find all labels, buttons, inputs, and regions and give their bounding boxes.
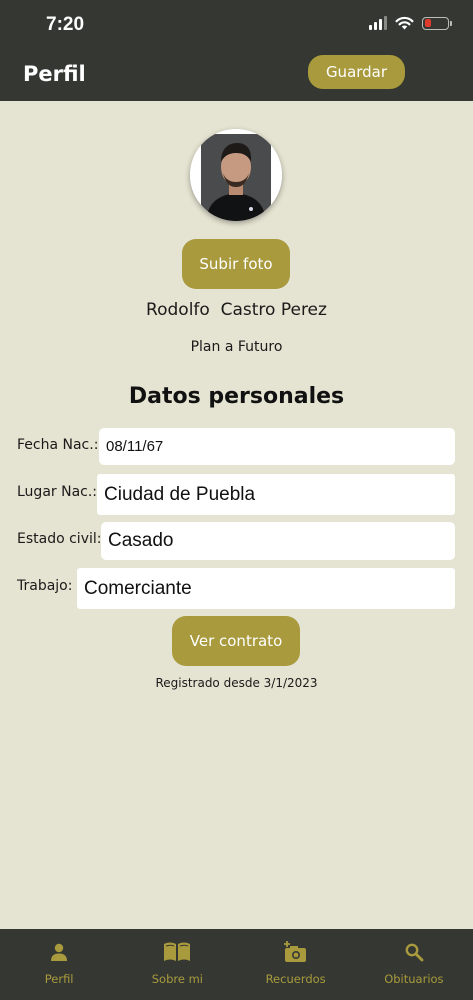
registered-since: Registrado desde 3/1/2023 xyxy=(155,676,318,690)
user-name: Rodolfo Castro Perez xyxy=(146,300,327,320)
status-time: 7:20 xyxy=(46,14,85,35)
birth-date-label: Fecha Nac.: xyxy=(17,437,99,453)
tab-label: Sobre mi xyxy=(151,972,203,986)
tab-bar: Perfil Sobre mi Recuerdos Obituarios xyxy=(0,929,473,1000)
add-photo-icon xyxy=(283,941,306,962)
civil-status-label: Estado civil: xyxy=(17,531,102,547)
birth-place-label: Lugar Nac.: xyxy=(17,484,98,500)
birth-date-field[interactable]: 08/11/67 xyxy=(99,428,455,465)
job-label: Trabajo: xyxy=(17,578,73,594)
signal-icon xyxy=(369,16,387,30)
tab-label: Obituarios xyxy=(384,972,444,986)
battery-icon xyxy=(422,16,452,30)
book-icon xyxy=(164,942,191,961)
status-icons xyxy=(369,16,452,30)
tab-perfil[interactable]: Perfil xyxy=(0,929,118,1000)
section-title: Datos personales xyxy=(128,384,345,409)
tab-recuerdos[interactable]: Recuerdos xyxy=(237,929,355,1000)
tab-label: Recuerdos xyxy=(265,972,326,986)
plan-name: Plan a Futuro xyxy=(190,339,283,355)
profile-photo xyxy=(190,129,282,221)
top-bar: 7:20 Perfil Guardar xyxy=(0,0,473,101)
view-contract-button[interactable]: Ver contrato xyxy=(172,616,300,666)
tab-obituarios[interactable]: Obituarios xyxy=(355,929,473,1000)
avatar[interactable] xyxy=(190,129,282,221)
civil-status-field[interactable]: Casado xyxy=(101,522,455,560)
save-button[interactable]: Guardar xyxy=(308,55,405,89)
birth-place-field[interactable]: Ciudad de Puebla xyxy=(97,474,455,515)
tab-label: Perfil xyxy=(44,972,74,986)
job-field[interactable]: Comerciante xyxy=(77,568,455,609)
search-icon xyxy=(405,943,424,962)
page-title: Perfil xyxy=(23,62,86,86)
wifi-icon xyxy=(395,16,414,30)
tab-sobre-mi[interactable]: Sobre mi xyxy=(118,929,236,1000)
upload-photo-button[interactable]: Subir foto xyxy=(182,239,290,289)
person-icon xyxy=(51,943,68,961)
